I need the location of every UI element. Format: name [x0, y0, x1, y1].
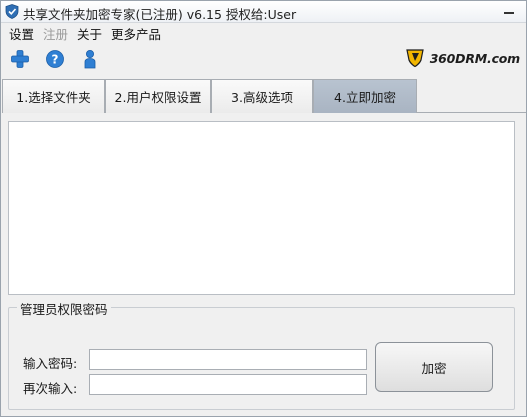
user-icon[interactable]	[80, 49, 100, 69]
tab-bar: 1.选择文件夹 2.用户权限设置 3.高级选项 4.立即加密	[2, 79, 526, 113]
minimize-icon	[504, 12, 514, 14]
tab-content: 管理员权限密码 输入密码: 再次输入: 加密	[2, 113, 526, 416]
brand-logo: 360DRM.com	[404, 45, 520, 71]
svg-text:?: ?	[52, 53, 59, 67]
tab-encrypt-now[interactable]: 4.立即加密	[313, 79, 417, 113]
menu-register[interactable]: 注册	[43, 24, 68, 43]
menu-more-products[interactable]: 更多产品	[111, 24, 161, 43]
confirm-password-input[interactable]	[89, 374, 367, 395]
menu-settings[interactable]: 设置	[9, 24, 34, 43]
confirm-password-label: 再次输入:	[23, 381, 78, 396]
minimize-button[interactable]	[494, 1, 522, 21]
title-bar: 共享文件夹加密专家(已注册) v6.15 授权给:User	[1, 1, 526, 23]
tab-select-folder[interactable]: 1.选择文件夹	[2, 79, 105, 113]
logo-text: 360DRM.com	[429, 50, 521, 66]
encrypt-button[interactable]: 加密	[375, 342, 493, 392]
folder-list-panel[interactable]	[8, 121, 515, 295]
menu-bar: 设置 注册 关于 更多产品	[1, 23, 526, 43]
tab-user-permissions[interactable]: 2.用户权限设置	[105, 79, 211, 113]
add-icon[interactable]	[10, 49, 30, 69]
group-legend: 管理员权限密码	[17, 299, 111, 318]
window-title: 共享文件夹加密专家(已注册) v6.15 授权给:User	[23, 7, 297, 22]
menu-about[interactable]: 关于	[77, 24, 102, 43]
drm-shield-icon	[405, 49, 424, 68]
admin-password-group: 管理员权限密码 输入密码: 再次输入: 加密	[8, 299, 515, 410]
password-input[interactable]	[89, 349, 367, 370]
help-icon[interactable]: ?	[45, 49, 65, 69]
password-label: 输入密码:	[23, 356, 78, 371]
shield-icon	[5, 4, 19, 19]
tab-advanced-options[interactable]: 3.高级选项	[211, 79, 313, 113]
app-window: 共享文件夹加密专家(已注册) v6.15 授权给:User 设置 注册 关于 更…	[0, 0, 527, 417]
